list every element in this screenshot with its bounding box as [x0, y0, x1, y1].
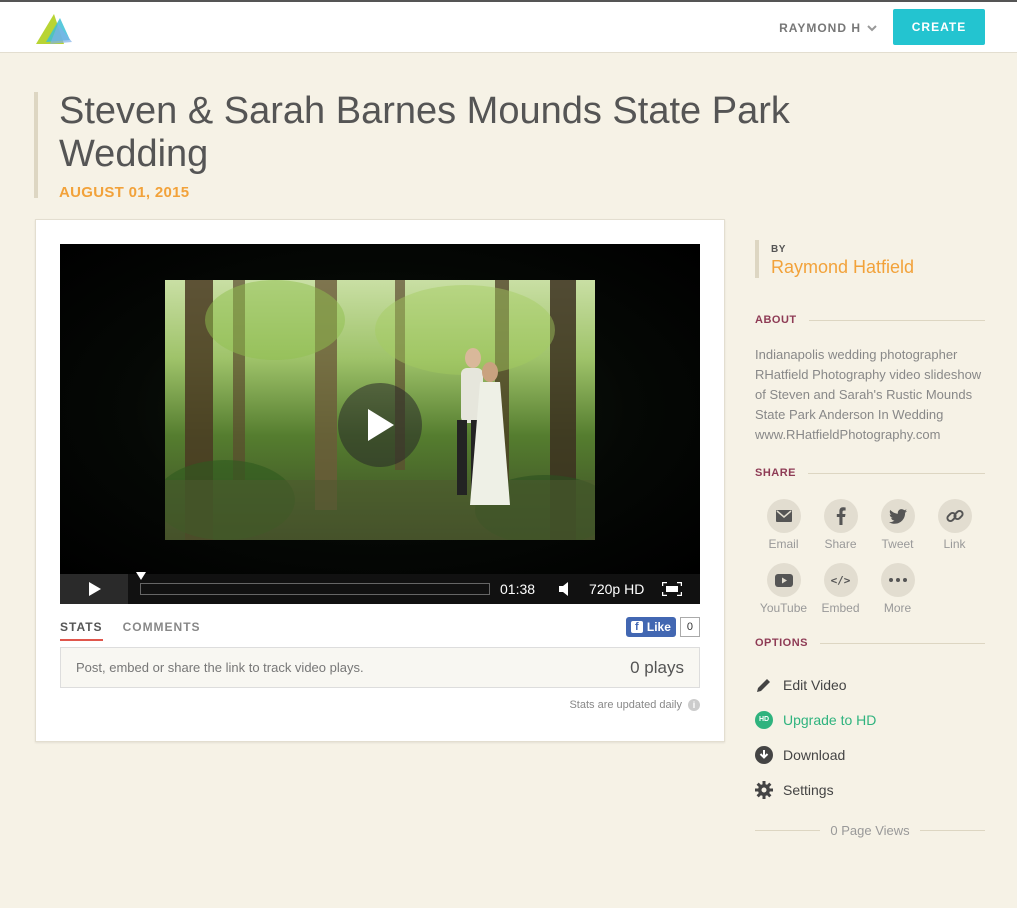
youtube-icon: [766, 563, 801, 597]
facebook-like-widget: f Like 0: [625, 617, 700, 637]
share-label: Email: [768, 537, 799, 551]
video-player[interactable]: 01:38 720p HD: [60, 244, 700, 604]
option-label: Upgrade to HD: [783, 711, 877, 728]
share-twitter[interactable]: Tweet: [869, 499, 926, 551]
option-label: Download: [783, 746, 846, 763]
video-card: 01:38 720p HD STATS COMMENTS f Like 0 Po…: [35, 219, 725, 742]
user-name: RAYMOND H: [779, 21, 861, 35]
quality-selector[interactable]: 720p HD: [589, 581, 644, 597]
about-heading: ABOUT: [755, 314, 985, 326]
facebook-icon: f: [630, 621, 643, 633]
share-label: YouTube: [759, 601, 808, 615]
sidebar: BY Raymond Hatfield ABOUT Indianapolis w…: [755, 240, 985, 838]
play-icon: [368, 409, 394, 441]
stats-box: Post, embed or share the link to track v…: [60, 647, 700, 688]
tab-bar: STATS COMMENTS: [60, 620, 201, 641]
page-views: 0 Page Views: [755, 823, 985, 838]
download-icon: [755, 745, 773, 764]
tab-comments[interactable]: COMMENTS: [123, 620, 201, 641]
video-date: AUGUST 01, 2015: [59, 184, 190, 201]
share-more[interactable]: More: [869, 563, 926, 615]
user-menu[interactable]: RAYMOND H: [779, 21, 877, 35]
author-block: BY Raymond Hatfield: [755, 240, 985, 278]
gear-icon: [755, 780, 773, 799]
play-button[interactable]: [60, 574, 128, 604]
pencil-icon: [755, 676, 773, 694]
facebook-like-count: 0: [679, 617, 700, 637]
link-icon: [937, 499, 972, 533]
upgrade-hd-option[interactable]: HD Upgrade to HD: [755, 702, 985, 737]
page-views-count: 0 Page Views: [830, 823, 910, 838]
share-embed[interactable]: </> Embed: [812, 563, 869, 615]
tab-stats[interactable]: STATS: [60, 620, 103, 641]
download-option[interactable]: Download: [755, 737, 985, 772]
fullscreen-icon[interactable]: [662, 582, 683, 596]
animoto-logo[interactable]: [34, 10, 74, 46]
create-button[interactable]: CREATE: [893, 9, 985, 45]
stats-note-text: Stats are updated daily: [569, 699, 682, 711]
hd-badge-icon: HD: [755, 710, 773, 729]
top-bar: RAYMOND H CREATE: [0, 0, 1017, 53]
settings-option[interactable]: Settings: [755, 772, 985, 807]
share-label: More: [883, 601, 912, 615]
play-icon: [89, 582, 101, 596]
share-label: Tweet: [881, 537, 914, 551]
share-label: Share: [824, 537, 857, 551]
share-grid: Email Share Tweet Link YouTube </> Embed…: [755, 499, 985, 615]
facebook-like-button[interactable]: f Like: [625, 617, 676, 637]
video-controls: 01:38 720p HD: [60, 572, 700, 604]
share-youtube[interactable]: YouTube: [755, 563, 812, 615]
about-heading-label: ABOUT: [755, 314, 797, 326]
author-name[interactable]: Raymond Hatfield: [771, 257, 985, 278]
envelope-icon: [766, 499, 801, 533]
page-title: Steven & Sarah Barnes Mounds State Park …: [59, 90, 790, 175]
progress-bar[interactable]: [136, 572, 490, 595]
share-facebook[interactable]: Share: [812, 499, 869, 551]
by-label: BY: [771, 244, 786, 255]
edit-video-option[interactable]: Edit Video: [755, 667, 985, 702]
options-list: Edit Video HD Upgrade to HD Download Set…: [755, 667, 985, 807]
volume-icon[interactable]: [559, 582, 573, 596]
share-heading: SHARE: [755, 467, 985, 479]
facebook-like-label: Like: [646, 620, 671, 634]
options-heading-label: OPTIONS: [755, 637, 809, 649]
options-heading: OPTIONS: [755, 637, 985, 649]
video-duration: 01:38: [500, 581, 536, 597]
code-icon: </>: [823, 563, 858, 597]
share-label: Link: [943, 537, 966, 551]
stats-message: Post, embed or share the link to track v…: [76, 660, 364, 675]
option-label: Settings: [783, 781, 834, 798]
stats-note: Stats are updated daily i: [569, 699, 700, 711]
big-play-button[interactable]: [338, 383, 422, 467]
share-heading-label: SHARE: [755, 467, 797, 479]
twitter-icon: [880, 499, 915, 533]
share-label: Embed: [821, 601, 860, 615]
option-label: Edit Video: [783, 676, 847, 693]
share-link[interactable]: Link: [926, 499, 983, 551]
share-email[interactable]: Email: [755, 499, 812, 551]
chevron-down-icon: [867, 25, 877, 32]
scrub-handle[interactable]: [136, 572, 146, 580]
about-text: Indianapolis wedding photographer RHatfi…: [755, 347, 982, 442]
facebook-icon: [823, 499, 858, 533]
plays-count: 0 plays: [630, 657, 684, 677]
title-block: Steven & Sarah Barnes Mounds State Park …: [34, 90, 864, 201]
more-icon: [880, 563, 915, 597]
info-icon[interactable]: i: [688, 699, 700, 711]
